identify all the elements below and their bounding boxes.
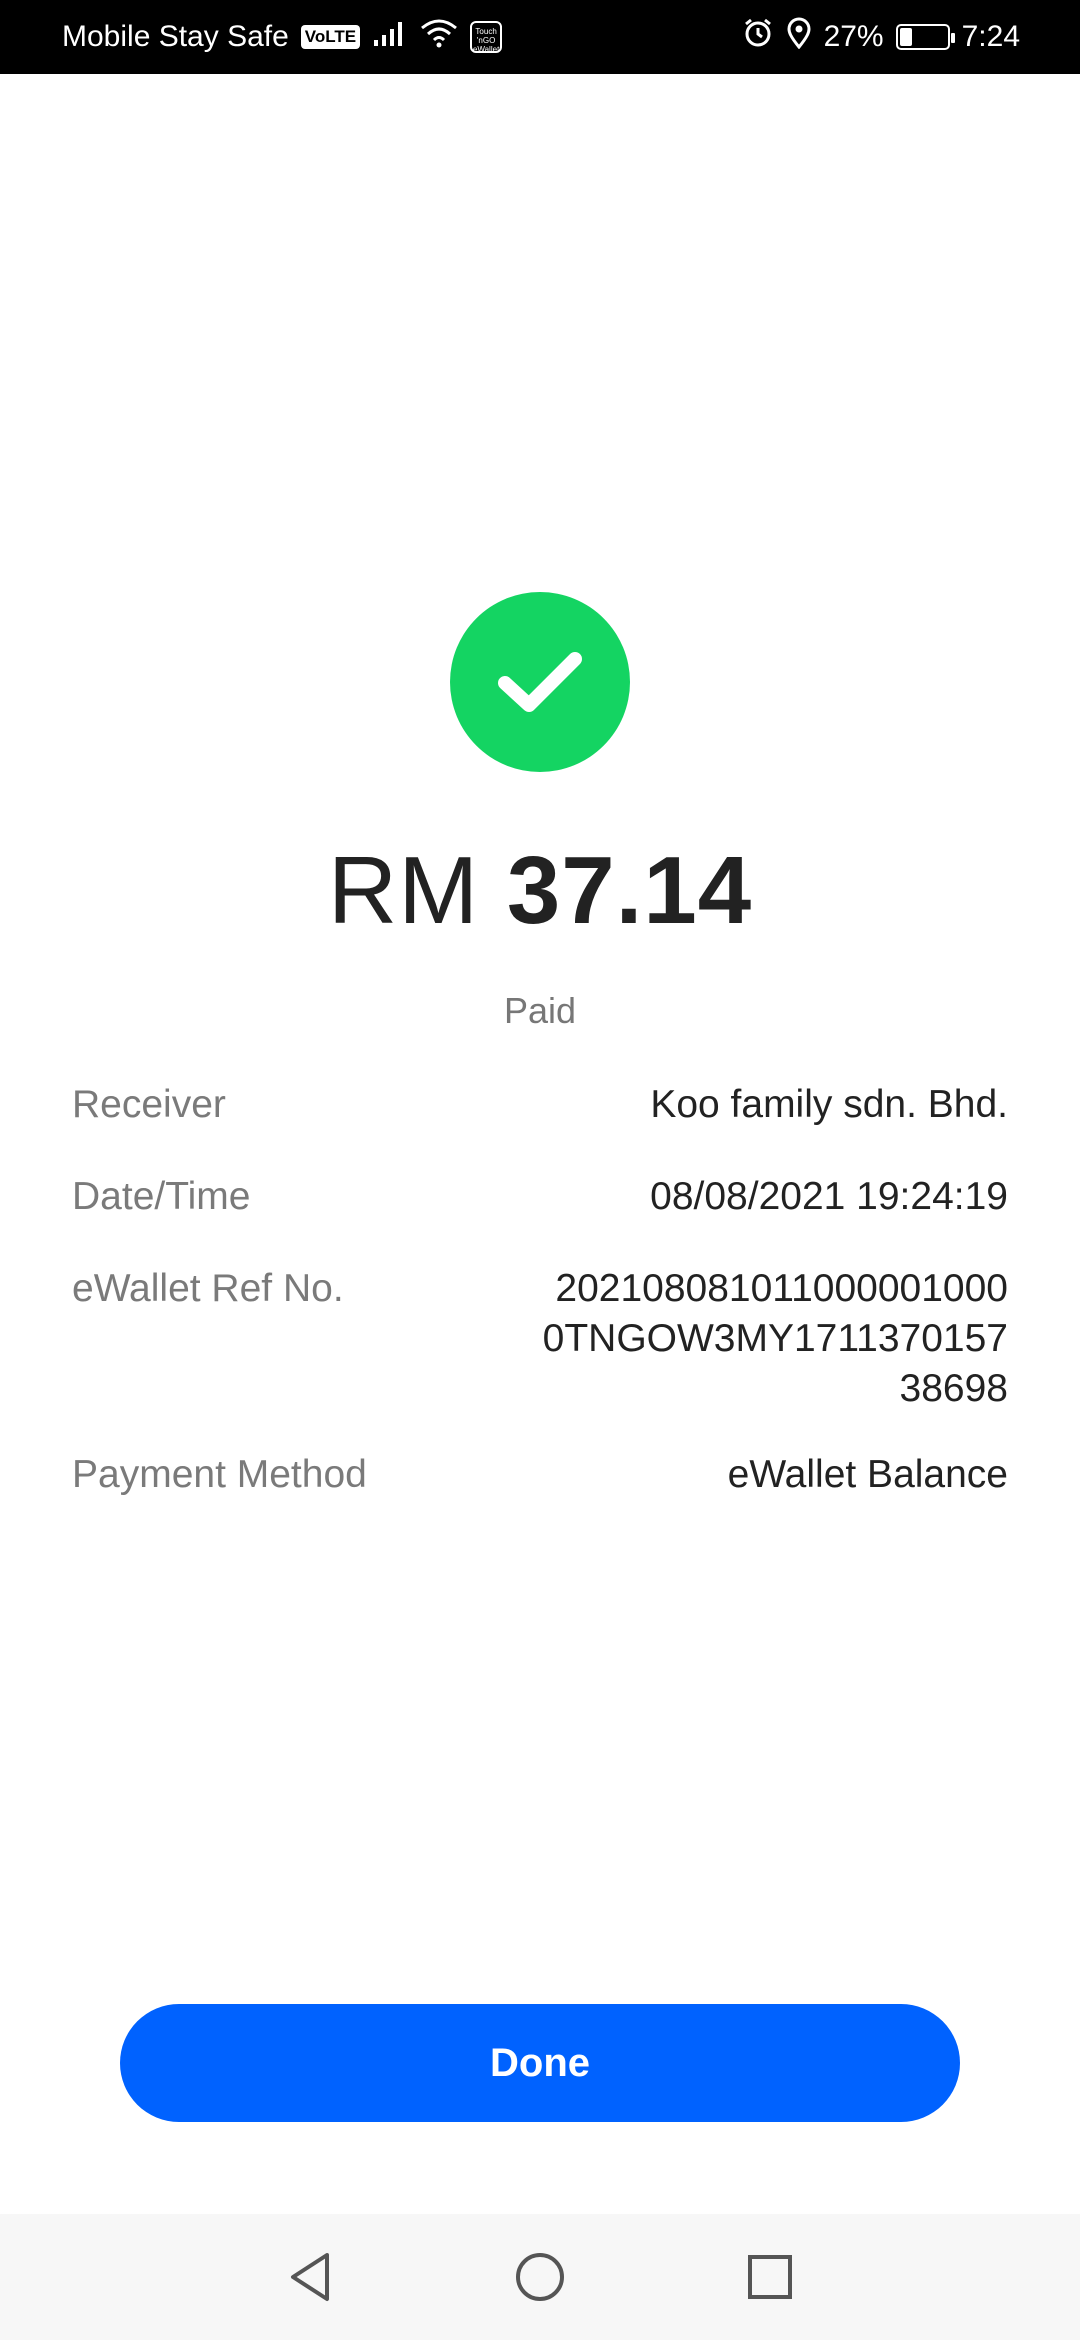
alarm-icon: [742, 17, 774, 57]
battery-icon: [895, 24, 955, 50]
clock: 7:24: [961, 20, 1020, 53]
back-icon[interactable]: [280, 2247, 340, 2307]
receiver-row: Receiver Koo family sdn. Bhd.: [72, 1080, 1008, 1130]
ref-no-label: eWallet Ref No.: [72, 1267, 344, 1310]
payment-amount: RM 37.14: [0, 836, 1080, 946]
currency-label: RM: [327, 837, 480, 944]
status-bar-right: 27% 7:24: [742, 17, 1020, 57]
payment-method-value: eWallet Balance: [727, 1453, 1008, 1496]
recents-icon[interactable]: [740, 2247, 800, 2307]
datetime-label: Date/Time: [72, 1175, 251, 1218]
status-bar-left: Mobile Stay Safe VoLTE Touch 'nGO eWalle…: [62, 18, 514, 56]
receiver-value: Koo family sdn. Bhd.: [650, 1083, 1008, 1126]
system-nav-bar: [0, 2214, 1080, 2340]
transaction-details: Receiver Koo family sdn. Bhd. Date/Time …: [72, 1080, 1008, 1542]
tng-ewallet-icon: Touch 'nGO eWallet: [470, 21, 503, 54]
receiver-label: Receiver: [72, 1083, 226, 1126]
payment-status: Paid: [503, 990, 577, 1031]
battery-percent: 27%: [823, 20, 884, 53]
status-bar: Mobile Stay Safe VoLTE Touch 'nGO eWalle…: [0, 0, 1080, 74]
datetime-row: Date/Time 08/08/2021 19:24:19: [72, 1172, 1008, 1222]
amount-value: 37.14: [506, 837, 753, 944]
carrier-name: Mobile Stay Safe: [62, 20, 289, 53]
tng-badge-text-1: Touch: [475, 27, 497, 36]
home-icon[interactable]: [510, 2247, 570, 2307]
done-button[interactable]: Done: [120, 2004, 960, 2122]
ref-no-row: eWallet Ref No. 2021080810110000010000TN…: [72, 1264, 1008, 1414]
payment-method-row: Payment Method eWallet Balance: [72, 1450, 1008, 1500]
location-icon: [786, 17, 812, 57]
datetime-value: 08/08/2021 19:24:19: [650, 1175, 1008, 1218]
signal-icon: [372, 18, 408, 56]
ref-no-value: 2021080810110000010000TNGOW3MY1711370157…: [542, 1267, 1008, 1410]
payment-method-label: Payment Method: [72, 1453, 367, 1496]
battery-fill: [899, 28, 913, 46]
success-check-icon: [450, 592, 630, 772]
volte-badge: VoLTE: [300, 25, 361, 49]
tng-badge-text-3: eWallet: [472, 45, 500, 54]
wifi-icon: [420, 18, 458, 56]
tng-badge-text-2: 'nGO: [476, 36, 496, 45]
